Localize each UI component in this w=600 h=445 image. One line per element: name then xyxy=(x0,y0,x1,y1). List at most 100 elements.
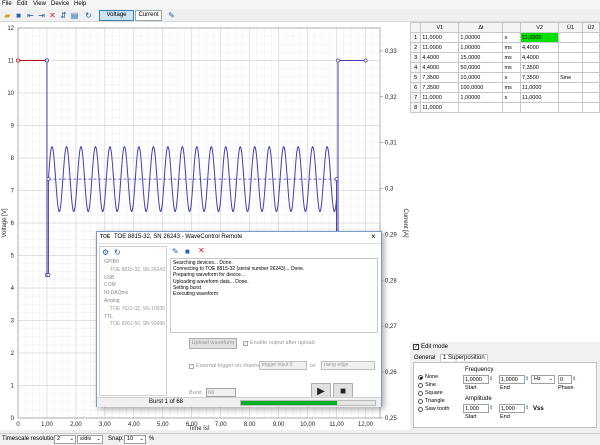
table-cell[interactable]: Sine xyxy=(558,72,583,83)
refresh-icon[interactable]: ↻ xyxy=(114,248,121,257)
device-tree-item[interactable]: TOE 7621-32, SN 10935 xyxy=(100,306,166,314)
table-cell[interactable]: 4,4000 xyxy=(420,62,460,73)
table-row[interactable]: 5 7,3500 10,0000 s 7,3500 Sine xyxy=(409,72,600,83)
data-point-marker[interactable] xyxy=(16,58,20,63)
table-cell[interactable]: 11,0000 xyxy=(420,102,460,113)
table-cell[interactable]: 7,3500 xyxy=(420,82,460,93)
open-folder-icon[interactable]: ▰ xyxy=(3,11,12,20)
table-cell[interactable] xyxy=(581,72,600,83)
table-cell[interactable]: 11,0000 xyxy=(420,32,460,43)
frequency-start-input[interactable] xyxy=(463,375,489,384)
table-cell[interactable]: 4,4000 xyxy=(519,52,560,63)
table-cell[interactable]: 1,00000 xyxy=(458,32,504,43)
timescale-unit-select[interactable]: s/div ⌄ xyxy=(77,435,103,444)
data-point-marker[interactable] xyxy=(363,58,368,63)
data-table[interactable]: V1 Δt V2 Ü1 Ü2 1 11,0000 1,00000 s 11,0000 2 11,00… xyxy=(409,22,600,253)
data-point-marker[interactable] xyxy=(45,58,49,63)
trigger-input-select[interactable]: trigger input 0 xyxy=(259,361,307,370)
device-tree-item[interactable]: Analog xyxy=(100,298,166,306)
table-cell[interactable] xyxy=(581,32,600,43)
tab-voltage[interactable]: Voltage xyxy=(99,10,134,21)
waveform-radio[interactable] xyxy=(418,375,423,380)
save-icon[interactable]: ■ xyxy=(185,247,190,256)
table-cell[interactable]: 100,0000 xyxy=(458,82,504,93)
waveform-radio[interactable] xyxy=(418,399,423,404)
menu-help[interactable]: Help xyxy=(74,1,86,7)
data-point-marker[interactable] xyxy=(334,177,339,182)
table-cell[interactable]: 4,4000 xyxy=(420,52,460,63)
snap-select[interactable]: 10 ⌄ xyxy=(124,435,146,444)
table-cell[interactable]: 11,0000 xyxy=(420,92,460,103)
tab-current[interactable]: Current xyxy=(135,10,162,21)
amplitude-end-input[interactable] xyxy=(499,404,525,413)
phase-input[interactable] xyxy=(558,375,572,384)
menu-device[interactable]: Device xyxy=(51,1,69,7)
table-cell[interactable] xyxy=(558,32,583,43)
waveform-radio[interactable] xyxy=(418,407,423,412)
data-point-marker[interactable] xyxy=(46,273,51,277)
table-cell[interactable]: s xyxy=(502,32,521,43)
table-cell[interactable]: ms xyxy=(502,82,521,93)
device-tree-item[interactable]: GPIB0 xyxy=(100,259,166,267)
enable-output-checkbox[interactable]: ✓ xyxy=(243,341,248,346)
frequency-unit-select[interactable]: Hz ⌄ xyxy=(531,375,555,384)
table-cell[interactable] xyxy=(581,82,600,93)
amplitude-start-spin-icon[interactable]: ⇕ xyxy=(489,405,493,411)
row-number-cell[interactable]: 1 xyxy=(409,32,422,43)
device-tree-item[interactable]: COM xyxy=(100,282,166,290)
table-cell[interactable] xyxy=(581,62,600,73)
device-tree-item[interactable]: TOE 8815-32, SN 26243 xyxy=(100,267,166,275)
waveform-radio[interactable] xyxy=(418,391,423,396)
table-row[interactable]: 1 11,0000 1,00000 s 11,0000 xyxy=(409,32,600,43)
close-icon[interactable]: × xyxy=(371,232,376,241)
table-cell[interactable] xyxy=(581,92,600,103)
table-cell[interactable]: 11,0000 xyxy=(519,32,560,43)
table-cell[interactable] xyxy=(558,92,583,103)
row-number-cell[interactable]: 4 xyxy=(409,62,422,73)
device-tree-item[interactable]: NI-DAQmx xyxy=(100,290,166,298)
row-number-cell[interactable]: 2 xyxy=(409,42,422,53)
table-cell[interactable] xyxy=(558,42,583,53)
row-number-cell[interactable]: 3 xyxy=(409,52,422,63)
amplitude-end-spin-icon[interactable]: ⇕ xyxy=(525,405,529,411)
table-cell[interactable] xyxy=(458,102,504,113)
step-back-icon[interactable]: ⇤ xyxy=(26,11,35,20)
redo-icon[interactable]: ↻ xyxy=(84,11,93,20)
table-row[interactable]: 7 11,0000 1,00000 s 11,0000 xyxy=(409,92,600,103)
tab-general[interactable]: General xyxy=(414,355,435,361)
table-cell[interactable]: 7,3500 xyxy=(420,72,460,83)
table-row[interactable]: 3 4,4000 15,0000 ms 4,4000 xyxy=(409,52,600,63)
step-forward-icon[interactable]: ⇥ xyxy=(37,11,46,20)
table-cell[interactable]: ms xyxy=(502,42,521,53)
table-row[interactable]: 2 11,0000 1,00000 ms 4,4000 xyxy=(409,42,600,53)
device-tree-item[interactable]: TOE 9261-50, SN 92496 xyxy=(100,321,166,329)
table-cell[interactable]: ms xyxy=(502,62,521,73)
table-cell[interactable]: 7,3500 xyxy=(519,72,560,83)
table-cell[interactable]: 11,0000 xyxy=(420,42,460,53)
table-cell[interactable]: 1,00000 xyxy=(458,92,504,103)
chart-icon[interactable]: ▤ xyxy=(70,11,79,20)
device-tree-item[interactable]: TTL xyxy=(100,314,166,322)
external-trigger-checkbox[interactable] xyxy=(189,364,194,369)
table-cell[interactable]: 1,00000 xyxy=(458,42,504,53)
table-cell[interactable]: s xyxy=(502,92,521,103)
menu-file[interactable]: File xyxy=(2,1,12,7)
table-cell[interactable]: 11,0000 xyxy=(519,92,560,103)
table-cell[interactable] xyxy=(519,102,560,113)
menu-view[interactable]: View xyxy=(33,1,46,7)
waveform-table[interactable]: V1 Δt V2 Ü1 Ü2 1 11,0000 1,00000 s 11,0000 2 11,00… xyxy=(409,22,600,342)
upload-waveform-button[interactable]: Upload waveform xyxy=(189,338,237,349)
table-cell[interactable]: 7,3500 xyxy=(519,62,560,73)
amplitude-start-input[interactable] xyxy=(463,404,489,413)
table-cell[interactable] xyxy=(558,52,583,63)
waveform-radio[interactable] xyxy=(418,383,423,388)
device-tree-item[interactable]: USB xyxy=(100,275,166,283)
edit-mode-checkbox[interactable]: ✓ xyxy=(413,344,419,350)
data-point-marker[interactable] xyxy=(336,58,340,63)
table-cell[interactable]: 10,0000 xyxy=(458,72,504,83)
data-point-marker[interactable] xyxy=(46,177,51,182)
table-cell[interactable]: 15,0000 xyxy=(458,52,504,63)
timescale-select[interactable]: 2 ⌄ xyxy=(54,435,76,444)
table-cell[interactable] xyxy=(558,82,583,93)
table-cell[interactable]: s xyxy=(502,72,521,83)
